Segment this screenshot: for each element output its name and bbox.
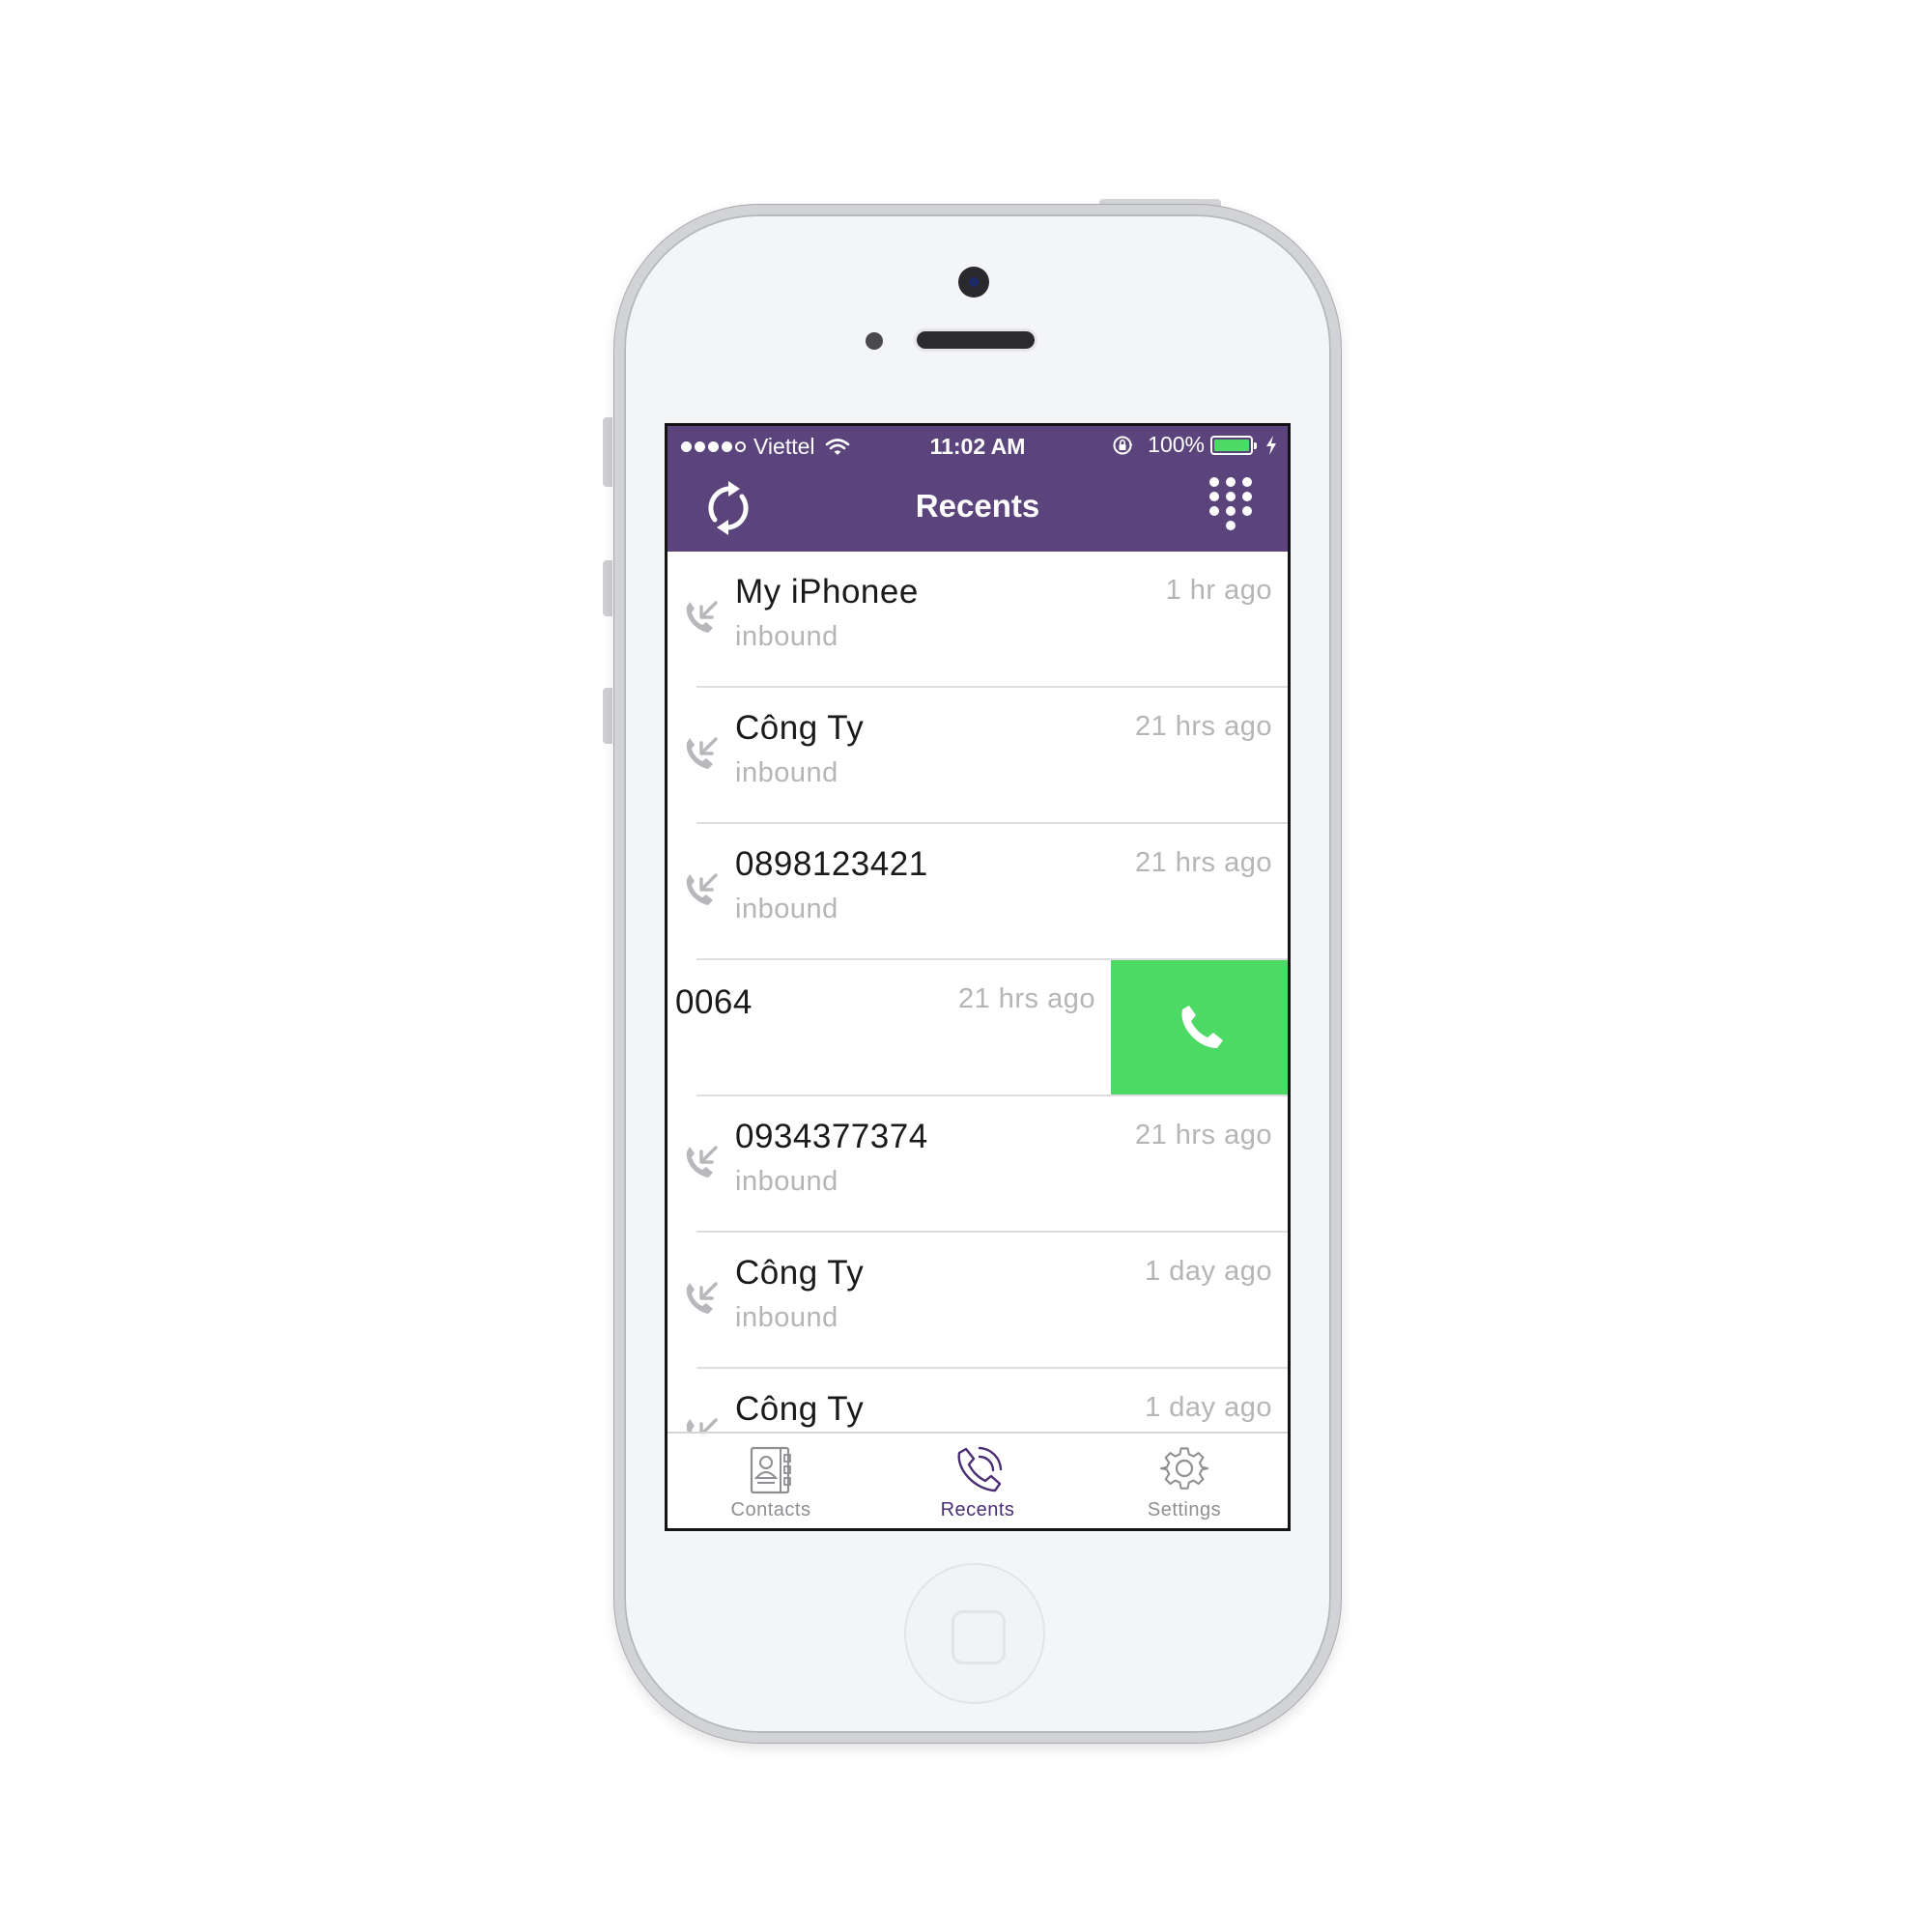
call-row[interactable]: 0898123421 inbound 21 hrs ago (668, 824, 1288, 960)
inbound-call-icon (686, 737, 718, 769)
call-direction: inbound (735, 1166, 838, 1197)
call-row[interactable]: My iPhonee inbound 1 hr ago (668, 552, 1288, 688)
battery-icon (1210, 435, 1257, 455)
recents-phone-icon (957, 1446, 1003, 1492)
phone-screen: Viettel 11:02 AM 100% Recents My iPhonee… (665, 423, 1291, 1531)
inbound-call-icon (686, 1146, 718, 1178)
dialpad-button[interactable] (1197, 474, 1264, 542)
page-title: Recents (915, 488, 1040, 524)
front-camera (958, 267, 989, 298)
caller-name: Công Ty (735, 1390, 865, 1428)
mute-switch (603, 417, 612, 487)
gear-icon (1159, 1447, 1209, 1490)
battery-percent: 100% (1148, 432, 1205, 457)
earpiece-speaker (914, 328, 1037, 352)
navigation-bar: Recents (668, 465, 1288, 552)
call-row[interactable]: Công Ty inbound 1 day ago (668, 1233, 1288, 1369)
charging-bolt-icon (1266, 435, 1276, 455)
call-direction: inbound (735, 621, 838, 652)
caller-name: 0934377374 (735, 1118, 928, 1155)
call-row[interactable]: Công Ty 1 day ago (668, 1369, 1288, 1440)
tab-label: Recents (940, 1499, 1015, 1520)
inbound-call-icon (686, 601, 718, 633)
call-time: 1 day ago (1145, 1256, 1272, 1287)
call-direction: inbound (735, 1302, 838, 1333)
tab-settings[interactable]: Settings (1081, 1434, 1288, 1528)
home-button[interactable] (904, 1563, 1045, 1704)
tab-label: Contacts (730, 1499, 811, 1520)
inbound-call-icon (686, 873, 718, 905)
call-row[interactable]: Công Ty inbound 21 hrs ago (668, 688, 1288, 824)
call-row[interactable]: 0934377374 inbound 21 hrs ago (668, 1096, 1288, 1233)
call-time: 21 hrs ago (1134, 711, 1272, 742)
caller-name: Công Ty (735, 1254, 865, 1292)
call-direction: inbound (735, 894, 838, 924)
inbound-call-icon (686, 1282, 718, 1314)
caller-name: 0898123421 (735, 845, 928, 883)
contacts-book-icon (750, 1446, 791, 1494)
status-bar: Viettel 11:02 AM 100% (668, 426, 1288, 465)
caller-name: My iPhonee (735, 573, 919, 611)
dialpad-icon (1209, 477, 1252, 530)
call-time: 21 hrs ago (1134, 1120, 1272, 1151)
volume-up-button (603, 560, 612, 616)
volume-down-button (603, 688, 612, 744)
tab-recents[interactable]: Recents (874, 1434, 1081, 1528)
caller-name: 0064 (675, 983, 753, 1021)
tab-contacts[interactable]: Contacts (668, 1434, 874, 1528)
call-direction: inbound (735, 757, 838, 788)
tab-bar: Contacts Recents Settings (668, 1432, 1288, 1528)
call-time: 1 day ago (1145, 1392, 1272, 1423)
tab-label: Settings (1147, 1499, 1222, 1520)
call-back-button[interactable] (1111, 960, 1288, 1096)
phone-icon (1180, 1005, 1223, 1048)
call-time: 21 hrs ago (1134, 847, 1272, 878)
proximity-sensor (866, 332, 883, 350)
caller-name: Công Ty (735, 709, 865, 747)
call-time: 21 hrs ago (957, 983, 1095, 1014)
call-time: 1 hr ago (1165, 575, 1272, 606)
call-row-swiped[interactable]: 0064 21 hrs ago (668, 960, 1288, 1096)
orientation-lock-icon (1113, 436, 1133, 454)
recents-list[interactable]: My iPhonee inbound 1 hr ago Công Ty inbo… (668, 552, 1288, 1440)
